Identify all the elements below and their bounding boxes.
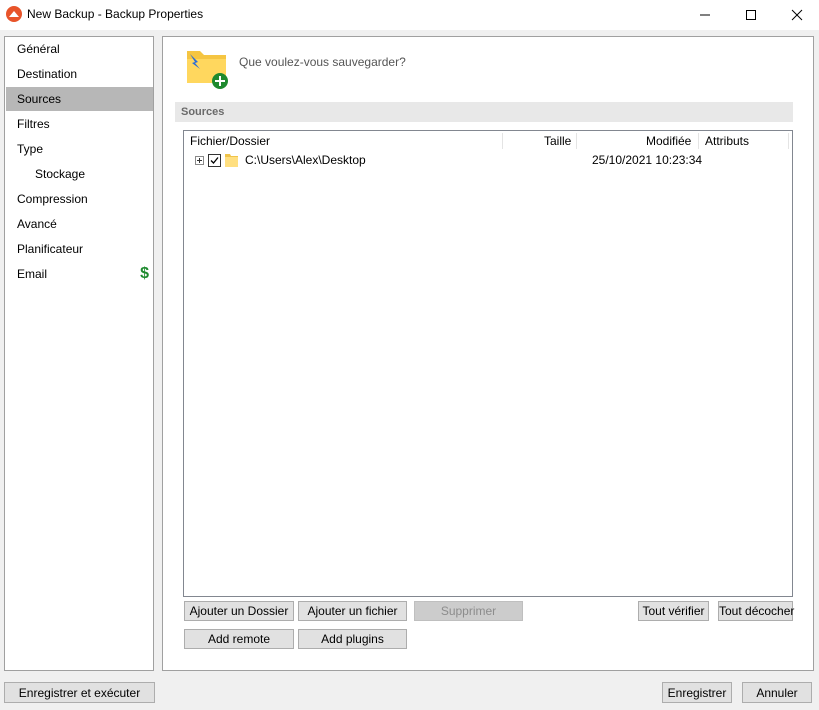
app-logo-icon bbox=[6, 6, 22, 22]
minimize-button[interactable] bbox=[682, 0, 728, 30]
title-bar: New Backup - Backup Properties bbox=[0, 0, 819, 30]
column-header-file[interactable]: Fichier/Dossier bbox=[190, 131, 270, 151]
sidebar-item-general[interactable]: Général bbox=[6, 37, 153, 61]
section-title: Sources bbox=[175, 102, 793, 122]
add-remote-button[interactable]: Add remote bbox=[184, 629, 294, 649]
sidebar-item-avance[interactable]: Avancé bbox=[6, 212, 153, 236]
column-separator[interactable] bbox=[576, 133, 577, 149]
sidebar-item-filtres[interactable]: Filtres bbox=[6, 112, 153, 136]
table-row[interactable]: C:\Users\Alex\Desktop 25/10/2021 10:23:3… bbox=[184, 151, 792, 169]
column-separator[interactable] bbox=[502, 133, 503, 149]
sidebar-item-destination[interactable]: Destination bbox=[6, 62, 153, 86]
sidebar-item-type[interactable]: Type bbox=[6, 137, 153, 161]
uncheck-all-button[interactable]: Tout décocher bbox=[718, 601, 794, 621]
column-separator[interactable] bbox=[698, 133, 699, 149]
page-prompt: Que voulez-vous sauvegarder? bbox=[239, 55, 406, 69]
sidebar-item-planificateur[interactable]: Planificateur bbox=[6, 237, 153, 261]
window-title: New Backup - Backup Properties bbox=[27, 7, 204, 21]
column-header-size[interactable]: Taille bbox=[544, 131, 571, 151]
sources-tree[interactable]: Fichier/Dossier Taille Modifiée Attribut… bbox=[183, 130, 793, 597]
dollar-icon: $ bbox=[140, 265, 149, 282]
save-and-run-button[interactable]: Enregistrer et exécuter bbox=[4, 682, 155, 703]
save-button[interactable]: Enregistrer bbox=[662, 682, 732, 703]
sidebar-item-sources[interactable]: Sources bbox=[6, 87, 153, 111]
cancel-button[interactable]: Annuler bbox=[742, 682, 812, 703]
maximize-button[interactable] bbox=[728, 0, 774, 30]
sidebar-item-email[interactable]: Email $ bbox=[6, 262, 153, 286]
sources-panel: Que voulez-vous sauvegarder? Sources Fic… bbox=[162, 36, 814, 671]
close-button[interactable] bbox=[774, 0, 819, 30]
add-folder-button[interactable]: Ajouter un Dossier bbox=[184, 601, 294, 621]
column-header-modified[interactable]: Modifiée bbox=[646, 131, 691, 151]
row-checkbox[interactable] bbox=[208, 154, 221, 167]
column-header-attributes[interactable]: Attributs bbox=[705, 131, 749, 151]
row-modified: 25/10/2021 10:23:34 bbox=[592, 153, 703, 167]
row-path: C:\Users\Alex\Desktop bbox=[245, 153, 366, 167]
column-separator[interactable] bbox=[788, 133, 789, 149]
add-file-button[interactable]: Ajouter un fichier bbox=[298, 601, 407, 621]
sidebar-nav: Général Destination Sources Filtres Type… bbox=[4, 36, 154, 671]
delete-button[interactable]: Supprimer bbox=[414, 601, 523, 621]
folder-icon bbox=[225, 154, 238, 167]
expand-icon[interactable] bbox=[195, 156, 204, 165]
sidebar-item-stockage[interactable]: Stockage bbox=[6, 162, 153, 186]
sidebar-item-compression[interactable]: Compression bbox=[6, 187, 153, 211]
check-all-button[interactable]: Tout vérifier bbox=[638, 601, 709, 621]
add-plugins-button[interactable]: Add plugins bbox=[298, 629, 407, 649]
folder-add-icon bbox=[187, 51, 228, 89]
checkmark-icon bbox=[210, 157, 219, 164]
